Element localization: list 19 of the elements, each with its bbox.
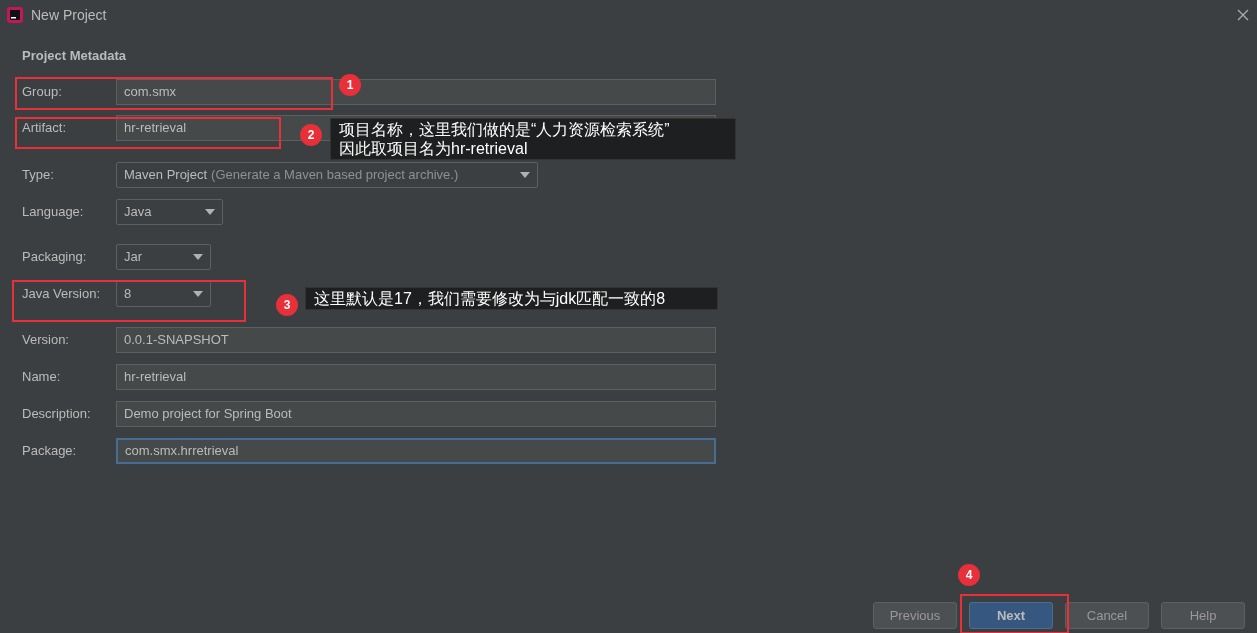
step-number: 3	[276, 294, 298, 316]
field-label: Packaging:	[22, 247, 88, 266]
section-title: Project Metadata	[22, 47, 128, 65]
field-label: Version:	[22, 330, 70, 349]
callout-text: 因此取项目名为hr-retrieval	[339, 139, 529, 158]
field-label: Package:	[22, 441, 78, 460]
field-label: Group:	[22, 82, 63, 101]
field-label: Java Version:	[22, 284, 102, 303]
field-label: Name:	[22, 367, 62, 386]
window-title: New Project	[31, 5, 107, 25]
callout-text: 项目名称，这里我们做的是“人力资源检索系统”	[339, 120, 671, 139]
callout-text: 这里默认是17，我们需要修改为与jdk匹配一致的8	[314, 289, 667, 308]
step-number: 1	[339, 74, 361, 96]
field-label: Description:	[22, 404, 92, 423]
step-number: 4	[958, 564, 980, 586]
step-number: 2	[300, 124, 322, 146]
field-label: Artifact:	[22, 118, 68, 137]
field-label: Language:	[22, 202, 85, 221]
field-label: Type:	[22, 165, 55, 184]
